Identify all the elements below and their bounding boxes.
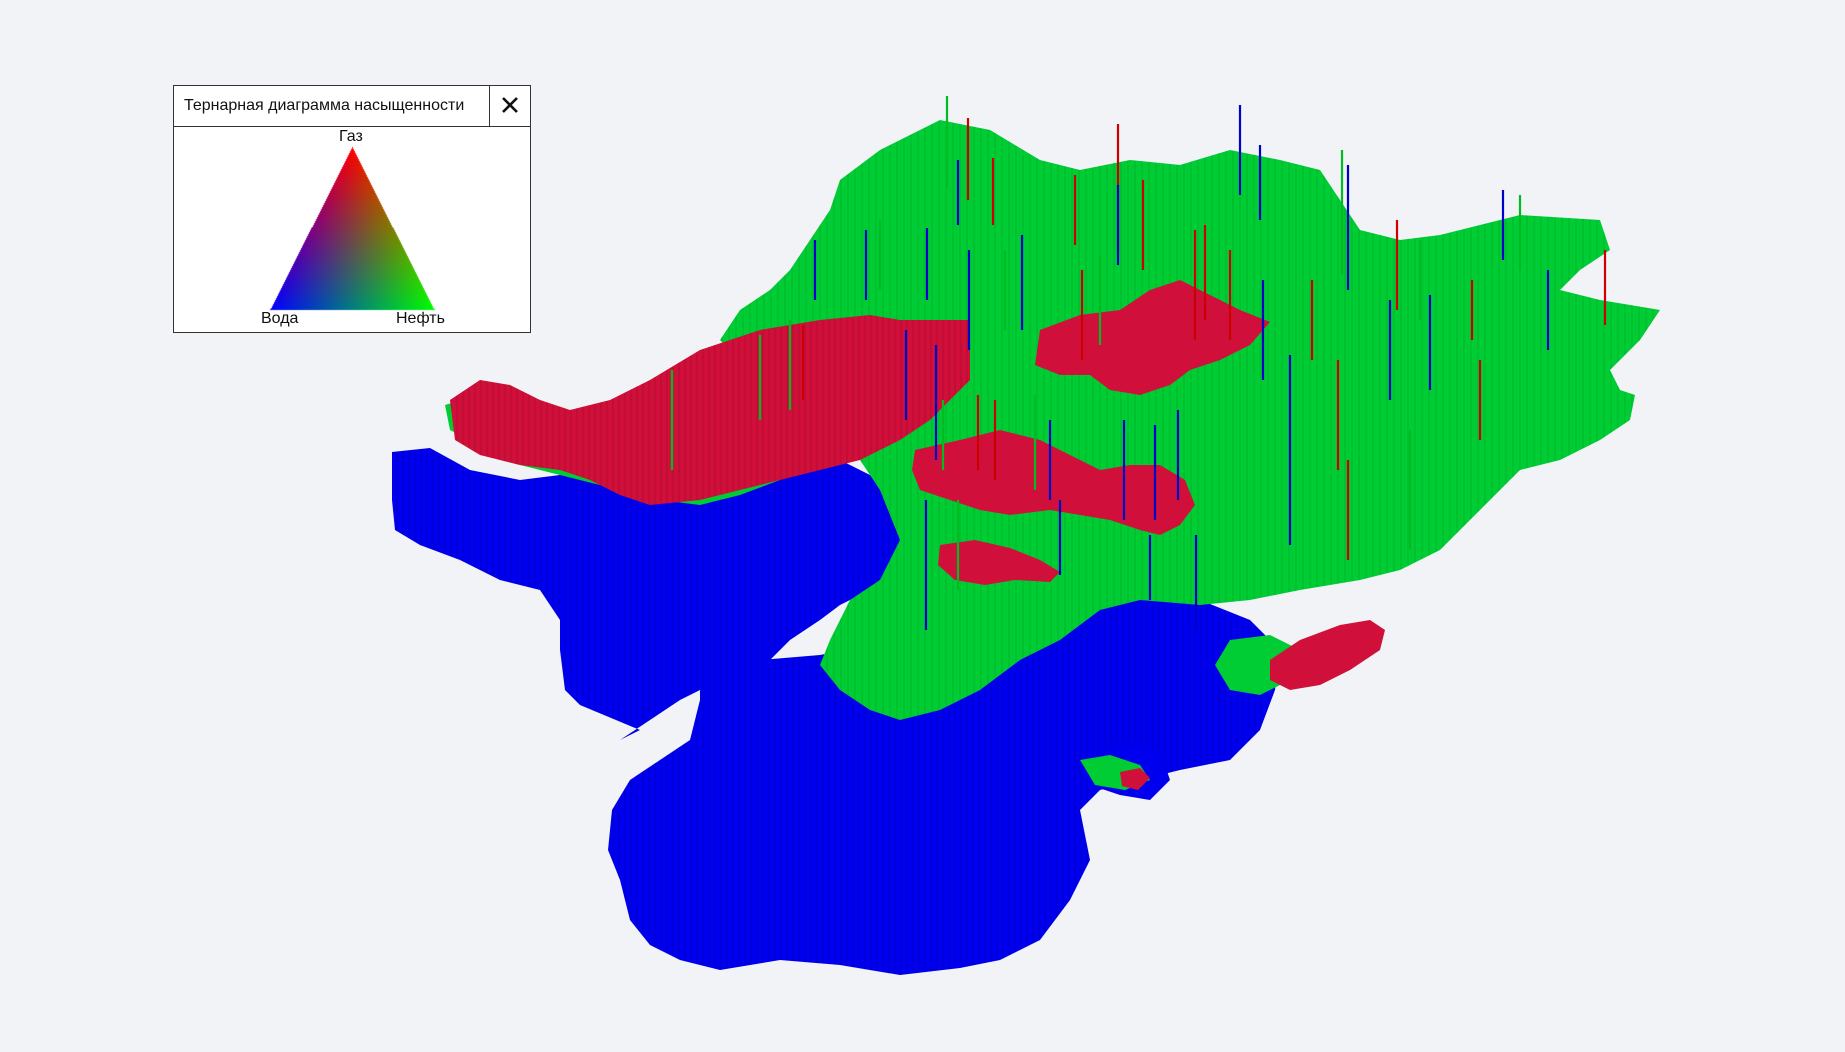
legend-title: Тернарная диаграмма насыщенности <box>184 97 465 114</box>
legend-header: Тернарная диаграмма насыщенности <box>174 86 530 127</box>
saturation-ternary-legend: Тернарная диаграмма насыщенности Газ Вод… <box>173 85 531 333</box>
vertex-label-water: Вода <box>261 310 299 327</box>
close-button[interactable] <box>489 86 530 126</box>
vertex-label-gas: Газ <box>339 128 363 145</box>
close-icon <box>502 97 518 113</box>
vertex-label-oil: Нефть <box>396 310 445 327</box>
ternary-diagram: Газ Вода Нефть <box>174 127 530 332</box>
3d-viewport[interactable]: Тернарная диаграмма насыщенности Газ Вод… <box>0 0 1845 1052</box>
ternary-triangle <box>174 127 530 332</box>
